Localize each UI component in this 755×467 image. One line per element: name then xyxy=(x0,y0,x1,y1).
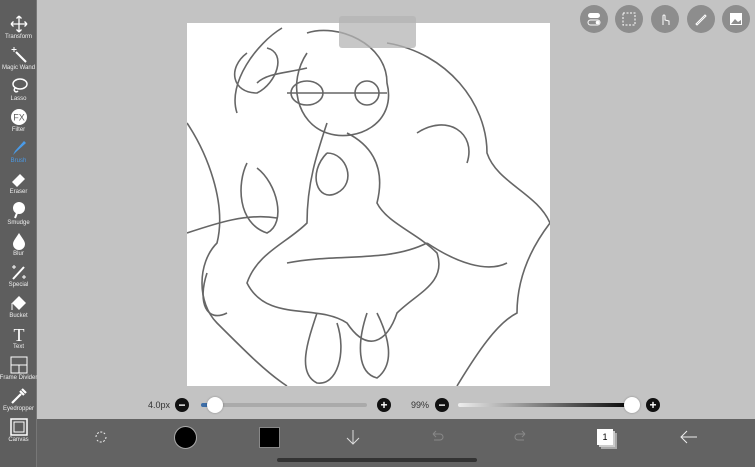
tool-frame-divider[interactable]: Frame Divider xyxy=(0,355,37,386)
tool-label: Magic Wand xyxy=(1,65,36,71)
opacity-minus-button[interactable]: − xyxy=(435,398,449,412)
eyedropper-icon xyxy=(10,388,27,404)
opacity-label: 99% xyxy=(411,400,430,410)
toggle-settings-button[interactable] xyxy=(580,5,608,33)
tool-label: Transform xyxy=(4,34,33,40)
color-picker-button[interactable] xyxy=(257,425,281,449)
tool-label: Text xyxy=(12,344,24,350)
tool-label: Canvas xyxy=(8,437,29,443)
tool-label: Special xyxy=(8,282,29,288)
tool-sidebar: Transform Magic Wand Lasso FX Filter Brush Era… xyxy=(0,0,37,467)
layers-icon: 1 xyxy=(597,429,613,445)
tool-eraser[interactable]: Eraser xyxy=(0,169,37,200)
size-slider-thumb[interactable] xyxy=(207,397,223,413)
tool-filter[interactable]: FX Filter xyxy=(0,107,37,138)
blur-drop-icon xyxy=(12,233,25,250)
tool-blur[interactable]: Blur xyxy=(0,231,37,262)
redo-button[interactable] xyxy=(509,425,533,449)
tool-special[interactable]: Special xyxy=(0,262,37,293)
material-button[interactable] xyxy=(687,5,715,33)
download-button[interactable] xyxy=(341,425,365,449)
tool-lasso[interactable]: Lasso xyxy=(0,76,37,107)
undo-button[interactable] xyxy=(425,425,449,449)
undo-icon xyxy=(432,430,444,441)
size-plus-button[interactable]: + xyxy=(377,398,391,412)
frame-divider-icon xyxy=(10,356,27,374)
tool-canvas[interactable]: Canvas xyxy=(0,417,37,448)
selection-button[interactable] xyxy=(615,5,643,33)
tool-label: Eraser xyxy=(9,189,28,195)
tool-bucket[interactable]: Bucket xyxy=(0,293,37,324)
layers-button[interactable]: 1 xyxy=(593,425,617,449)
tool-label: Blur xyxy=(13,251,24,257)
size-minus-button[interactable]: − xyxy=(175,398,189,412)
bucket-icon xyxy=(11,296,26,310)
tool-label: Filter xyxy=(11,127,26,133)
hand-icon xyxy=(662,14,670,25)
touch-button[interactable] xyxy=(651,5,679,33)
move-icon xyxy=(10,15,27,33)
color-swatch xyxy=(258,426,280,448)
brush-circle-icon xyxy=(173,425,197,449)
tool-eyedropper[interactable]: Eyedropper xyxy=(0,386,37,417)
opacity-slider[interactable] xyxy=(458,403,634,407)
tool-transform[interactable]: Transform xyxy=(0,14,37,45)
arrow-down-icon xyxy=(346,430,360,445)
lasso-icon xyxy=(11,78,28,93)
image-button[interactable] xyxy=(722,5,750,33)
toggle-icon xyxy=(587,13,601,26)
sketch-drawing xyxy=(186,27,551,387)
tool-brush[interactable]: Brush xyxy=(0,138,37,169)
brush-sliders: 4.0px − + 99% − + xyxy=(37,395,755,415)
tool-label: Lasso xyxy=(10,96,27,102)
canvas-icon xyxy=(9,418,28,436)
opacity-plus-button[interactable]: + xyxy=(646,398,660,412)
rotate-icon xyxy=(95,431,107,443)
special-wand-icon xyxy=(11,265,26,280)
tool-label: Bucket xyxy=(9,313,28,319)
home-indicator xyxy=(277,458,477,462)
svg-text:FX: FX xyxy=(13,113,25,123)
image-icon xyxy=(730,13,742,25)
brush-icon xyxy=(12,141,26,155)
tool-label: Frame Divider xyxy=(0,375,38,381)
smudge-icon xyxy=(12,202,25,219)
fx-icon: FX xyxy=(10,109,27,125)
size-slider[interactable] xyxy=(201,403,367,407)
arrow-left-icon xyxy=(680,430,697,444)
tool-text[interactable]: T Text xyxy=(0,324,37,355)
tool-smudge[interactable]: Smudge xyxy=(0,200,37,231)
drawing-canvas[interactable] xyxy=(186,23,551,387)
tool-label: Smudge xyxy=(7,220,30,226)
tool-label: Eyedropper xyxy=(2,406,35,412)
selection-icon xyxy=(622,12,636,26)
redo-icon xyxy=(514,430,526,441)
eraser-icon xyxy=(11,174,25,187)
brush-picker-button[interactable] xyxy=(173,425,197,449)
brush-size-label: 4.0px xyxy=(148,400,171,410)
svg-text:T: T xyxy=(13,325,24,343)
ruler-pencil-icon xyxy=(695,14,707,26)
rotate-canvas-button[interactable] xyxy=(89,425,113,449)
tool-label: Brush xyxy=(10,158,27,164)
opacity-slider-thumb[interactable] xyxy=(624,397,641,413)
magic-wand-icon xyxy=(11,47,27,63)
tool-magic-wand[interactable]: Magic Wand xyxy=(0,45,37,76)
back-button[interactable] xyxy=(677,425,701,449)
text-icon: T xyxy=(13,325,24,343)
canvas-overlay-panel xyxy=(339,16,416,48)
